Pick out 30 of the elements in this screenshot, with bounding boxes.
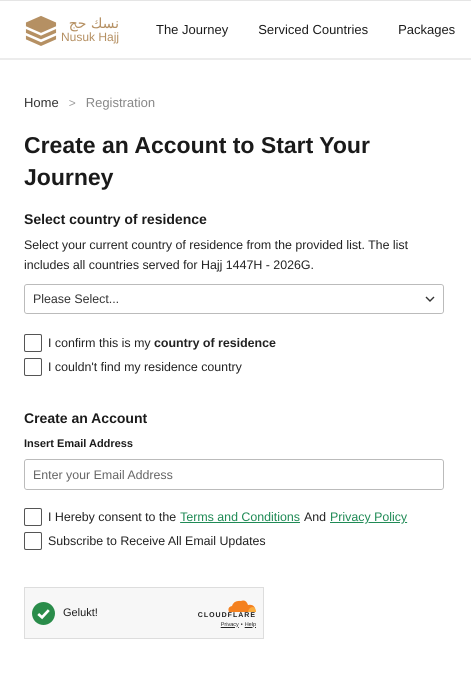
breadcrumb-link[interactable]: Home: [24, 95, 59, 110]
section-heading: Create an Account: [24, 410, 148, 426]
policy-link[interactable]: Privacy Policy: [330, 510, 408, 524]
consent-text: I Hereby consent to the: [48, 510, 176, 524]
checkbox-label: Subscribe to Receive All Email Updates: [48, 534, 266, 548]
country-select[interactable]: Please Select...: [24, 284, 444, 314]
captcha-status: Gelukt!: [63, 607, 98, 619]
checkbox[interactable]: [24, 334, 42, 352]
nav-link[interactable]: The Journey: [156, 22, 228, 37]
consent-text: And: [304, 510, 326, 524]
checkbox-label: I couldn't find my residence country: [48, 360, 242, 374]
breadcrumb-link[interactable]: Registration: [86, 95, 156, 110]
nav-link[interactable]: Serviced Countries: [258, 22, 368, 37]
breadcrumb-separator: >: [68, 96, 76, 110]
section-description: Select your current country of residence from the provided list. The list includes all countries served for Hajj 1447H - 2026G.: [24, 237, 410, 274]
checkbox-label: I confirm this is my country of residence: [48, 336, 276, 350]
checkbox[interactable]: [24, 532, 42, 550]
checkbox[interactable]: [24, 508, 42, 526]
section-heading: Select country of residence: [24, 211, 208, 227]
logo-text: Nusuk Hajj: [61, 30, 120, 42]
field-label: Insert Email Address: [24, 438, 134, 450]
chevron-down-icon: [425, 296, 435, 302]
logo-arabic-text: نسك حج: [68, 16, 120, 30]
kaaba-logo-icon: [24, 14, 58, 46]
cloud-icon: [226, 598, 256, 612]
checkbox[interactable]: [24, 358, 42, 376]
nav-link[interactable]: Packages: [398, 22, 456, 37]
policy-link[interactable]: Terms and Conditions: [180, 510, 300, 524]
page-title: Create an Account to Start Your Journey: [24, 131, 371, 192]
email-input[interactable]: Enter your Email Address: [24, 459, 444, 490]
